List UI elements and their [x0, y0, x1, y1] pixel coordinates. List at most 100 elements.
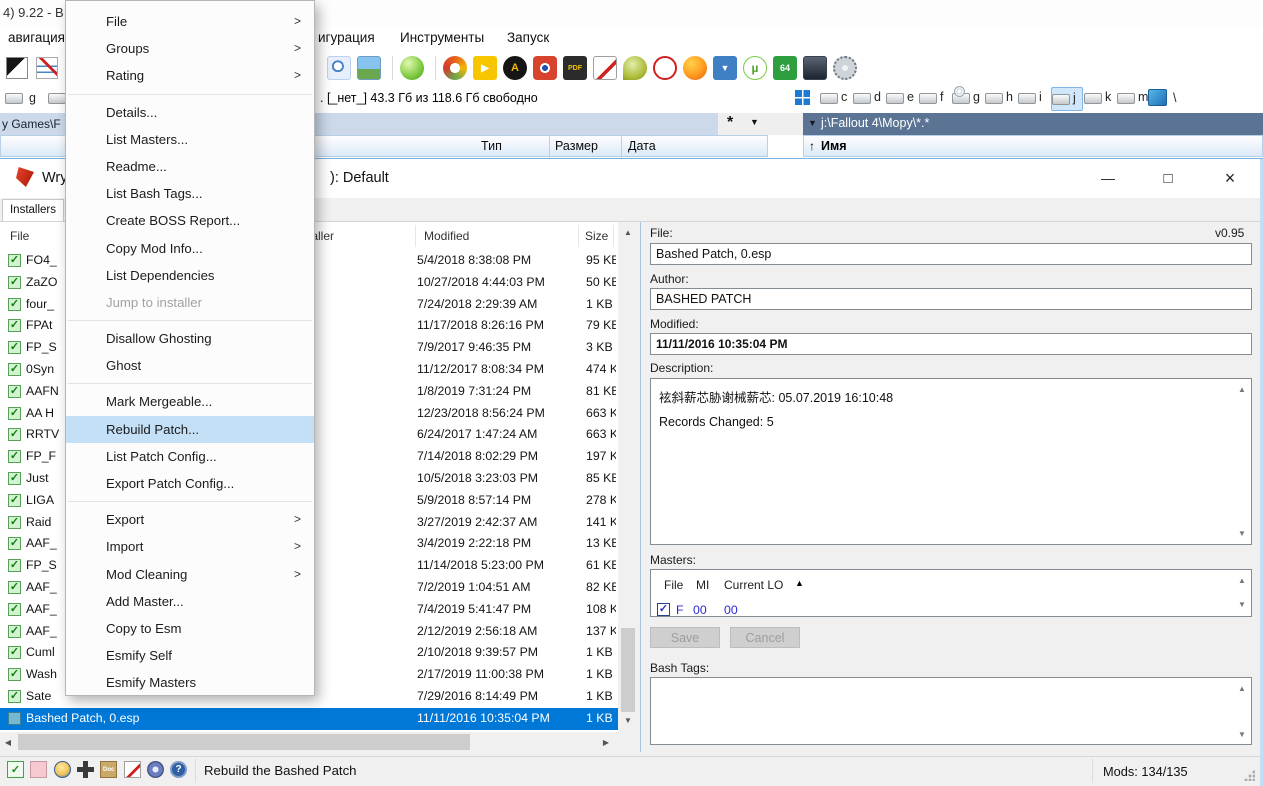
mod-checkbox[interactable]: ✓ — [8, 472, 21, 485]
xedit-launch-icon[interactable] — [77, 761, 94, 778]
menu-item-list-masters[interactable]: List Masters... — [66, 126, 314, 153]
menu-item-import[interactable]: Import> — [66, 533, 314, 560]
mod-checkbox[interactable]: ✓ — [8, 298, 21, 311]
mod-checkbox[interactable]: ✓ — [8, 668, 21, 681]
menu-item-mark-mergeable[interactable]: Mark Mergeable... — [66, 388, 314, 415]
mod-checkbox[interactable]: ✓ — [8, 559, 21, 572]
drive-button-j[interactable]: j — [1051, 87, 1083, 111]
modified-input[interactable] — [650, 333, 1252, 355]
download-tool-icon[interactable]: ▼ — [713, 56, 737, 80]
sort-asc-icon[interactable]: ▲ — [795, 578, 804, 588]
menu-item-export-patch-config[interactable]: Export Patch Config... — [66, 470, 314, 497]
scroll-up-icon[interactable]: ▲ — [1234, 574, 1250, 588]
bw-mode-icon[interactable] — [6, 57, 28, 79]
scrollbar-thumb[interactable] — [621, 628, 635, 712]
menu-navigation[interactable]: авигация — [8, 30, 65, 45]
master-checkbox[interactable]: ✓ — [657, 603, 670, 616]
scroll-right-icon[interactable]: ▶ — [598, 736, 614, 750]
menu-item-details[interactable]: Details... — [66, 99, 314, 126]
firefox-icon[interactable] — [683, 56, 707, 80]
scroll-down-icon[interactable]: ▼ — [620, 714, 636, 728]
image-viewer-icon[interactable] — [357, 56, 381, 80]
table-row[interactable]: Bashed Patch, 0.esp11/11/2016 10:35:04 P… — [0, 708, 618, 730]
drive-button-d[interactable]: d — [853, 87, 885, 111]
scroll-down-icon[interactable]: ▼ — [1234, 728, 1250, 742]
file-input[interactable] — [650, 243, 1252, 265]
close-button[interactable]: × — [1205, 158, 1255, 198]
menu-item-list-patch-config[interactable]: List Patch Config... — [66, 443, 314, 470]
menu-item-export[interactable]: Export> — [66, 506, 314, 533]
column-header-type[interactable]: Тип — [481, 139, 502, 153]
masters-box[interactable]: File MI Current LO ▲ ✓ F 00 00 ▲ ▼ — [650, 569, 1252, 617]
column-size[interactable]: Size — [585, 229, 608, 243]
scrollbar-thumb[interactable] — [18, 734, 470, 750]
drive-button-g[interactable]: g — [952, 87, 984, 111]
utorrent-icon[interactable]: µ — [743, 56, 767, 80]
bash-tags-box[interactable]: ▲ ▼ — [650, 677, 1252, 745]
64bit-icon[interactable]: 64 — [773, 56, 797, 80]
menu-item-rating[interactable]: Rating> — [66, 62, 314, 89]
drive-icon[interactable] — [48, 93, 66, 104]
horizontal-scrollbar[interactable]: ◀ ▶ — [0, 732, 618, 752]
ring-app-icon[interactable] — [443, 56, 467, 80]
menu-item-create-boss-report[interactable]: Create BOSS Report... — [66, 207, 314, 234]
mod-checkbox[interactable]: ✓ — [8, 363, 21, 376]
vertical-scrollbar[interactable]: ▲ ▼ — [618, 222, 638, 732]
mod-checkbox[interactable]: ✓ — [8, 581, 21, 594]
network-drive-icon[interactable] — [1148, 89, 1167, 106]
mod-checkbox[interactable]: ✓ — [8, 646, 21, 659]
viewer-eye-icon[interactable] — [533, 56, 557, 80]
mod-checkbox[interactable]: ✓ — [8, 537, 21, 550]
menu-item-disallow-ghosting[interactable]: Disallow Ghosting — [66, 325, 314, 352]
mod-checkbox[interactable]: ✓ — [8, 603, 21, 616]
menu-item-copy-to-esm[interactable]: Copy to Esm — [66, 615, 314, 642]
mod-checkbox[interactable]: ✓ — [8, 428, 21, 441]
edit-sign-icon[interactable] — [36, 57, 58, 79]
drive-button-h[interactable]: h — [985, 87, 1017, 111]
scroll-down-icon[interactable]: ▼ — [1234, 527, 1250, 541]
right-column-header[interactable]: ↑ Имя — [803, 135, 1263, 157]
settings-icon[interactable] — [147, 761, 164, 778]
mod-checkbox[interactable]: ✓ — [8, 516, 21, 529]
drive-button-i[interactable]: i — [1018, 87, 1050, 111]
inactive-mods-filter-icon[interactable] — [30, 761, 47, 778]
maximize-button[interactable]: □ — [1145, 158, 1191, 198]
path-dropdown-icon[interactable]: ▼ — [808, 118, 817, 128]
mod-checkbox[interactable]: ✓ — [8, 319, 21, 332]
save-button[interactable]: Save — [650, 627, 720, 648]
help-icon[interactable]: ? — [170, 761, 187, 778]
column-header-date[interactable]: Дата — [628, 139, 656, 153]
minimize-button[interactable]: — — [1085, 158, 1131, 198]
menu-item-esmify-masters[interactable]: Esmify Masters — [66, 669, 314, 696]
masters-column-mi[interactable]: MI — [696, 578, 709, 592]
mod-checkbox[interactable]: ✓ — [8, 450, 21, 463]
resize-grip-icon[interactable] — [1244, 770, 1255, 781]
network-root-label[interactable]: \ — [1173, 91, 1176, 105]
windows-logo-icon[interactable] — [795, 90, 810, 105]
drive-button-f[interactable]: f — [919, 87, 951, 111]
mod-checkbox[interactable]: ✓ — [8, 276, 21, 289]
aimp-icon[interactable]: A — [503, 56, 527, 80]
masters-column-lo[interactable]: Current LO — [724, 578, 783, 592]
filter-star-button[interactable]: * — [727, 114, 733, 132]
mod-checkbox[interactable]: ✓ — [8, 625, 21, 638]
active-mods-filter-icon[interactable]: ✓ — [7, 761, 24, 778]
menu-launch[interactable]: Запуск — [507, 30, 549, 45]
menu-item-esmify-self[interactable]: Esmify Self — [66, 642, 314, 669]
mod-checkbox[interactable] — [8, 712, 21, 725]
description-box[interactable]: 袨斜薪芯胁谢械薪芯: 05.07.2019 16:10:48 Records C… — [650, 378, 1252, 545]
mod-checkbox[interactable]: ✓ — [8, 254, 21, 267]
mod-checkbox[interactable]: ✓ — [8, 341, 21, 354]
column-modified[interactable]: Modified — [424, 229, 469, 243]
docs-browser-icon[interactable]: Doc — [100, 761, 117, 778]
drive-button-k[interactable]: k — [1084, 87, 1116, 111]
menu-tools[interactable]: Инструменты — [400, 30, 484, 45]
mod-checkbox[interactable]: ✓ — [8, 407, 21, 420]
right-path-bar[interactable]: ▼ j:\Fallout 4\Mopy\*.* — [803, 113, 1263, 135]
tab-installers[interactable]: Installers — [2, 199, 64, 221]
menu-item-copy-mod-info[interactable]: Copy Mod Info... — [66, 235, 314, 262]
masters-column-file[interactable]: File — [664, 578, 683, 592]
menu-item-mod-cleaning[interactable]: Mod Cleaning> — [66, 561, 314, 588]
scroll-up-icon[interactable]: ▲ — [620, 226, 636, 240]
pdf-icon[interactable]: PDF — [563, 56, 587, 80]
